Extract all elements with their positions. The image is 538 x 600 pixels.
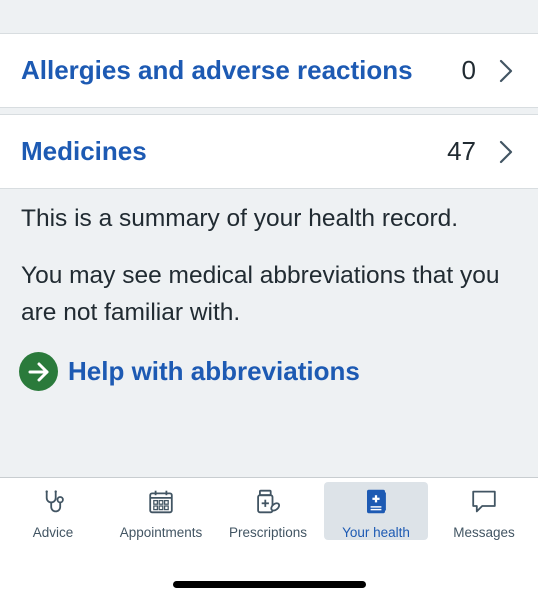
tab-label: Prescriptions <box>228 525 308 540</box>
help-link-label: Help with abbreviations <box>68 356 360 386</box>
stethoscope-icon <box>45 490 64 513</box>
chevron-right-icon <box>499 140 513 163</box>
abbreviations-info-text: You may see medical abbreviations that y… <box>21 262 500 326</box>
tab-appointments[interactable]: Appointments <box>111 482 211 540</box>
chevron-right-icon <box>499 59 513 82</box>
help-with-abbreviations-link[interactable]: Help with abbreviations <box>19 352 360 391</box>
arrow-right-circle-icon <box>19 352 58 391</box>
record-row-allergies[interactable]: Allergies and adverse reactions 0 <box>0 33 538 108</box>
record-row-label: Medicines <box>21 136 147 166</box>
speech-bubble-icon <box>472 490 496 513</box>
record-row-count: 0 <box>461 55 476 85</box>
record-row-label: Allergies and adverse reactions <box>21 55 413 85</box>
calendar-icon <box>149 490 173 514</box>
record-row-count: 47 <box>447 136 476 166</box>
tab-messages[interactable]: Messages <box>437 482 531 540</box>
tab-label: Advice <box>32 525 74 540</box>
health-record-icon <box>367 489 386 514</box>
tab-label: Messages <box>453 525 515 540</box>
summary-text: This is a summary of your health record. <box>21 205 459 232</box>
tab-prescriptions[interactable]: Prescriptions <box>220 482 316 540</box>
home-indicator <box>173 581 366 588</box>
tab-label: Appointments <box>119 525 203 540</box>
record-row-medicines[interactable]: Medicines 47 <box>0 114 538 189</box>
tab-your-health[interactable]: Your health <box>324 482 428 540</box>
tab-label: Your health <box>342 525 410 540</box>
tab-advice[interactable]: Advice <box>8 482 98 540</box>
pill-bottle-icon <box>257 489 281 514</box>
